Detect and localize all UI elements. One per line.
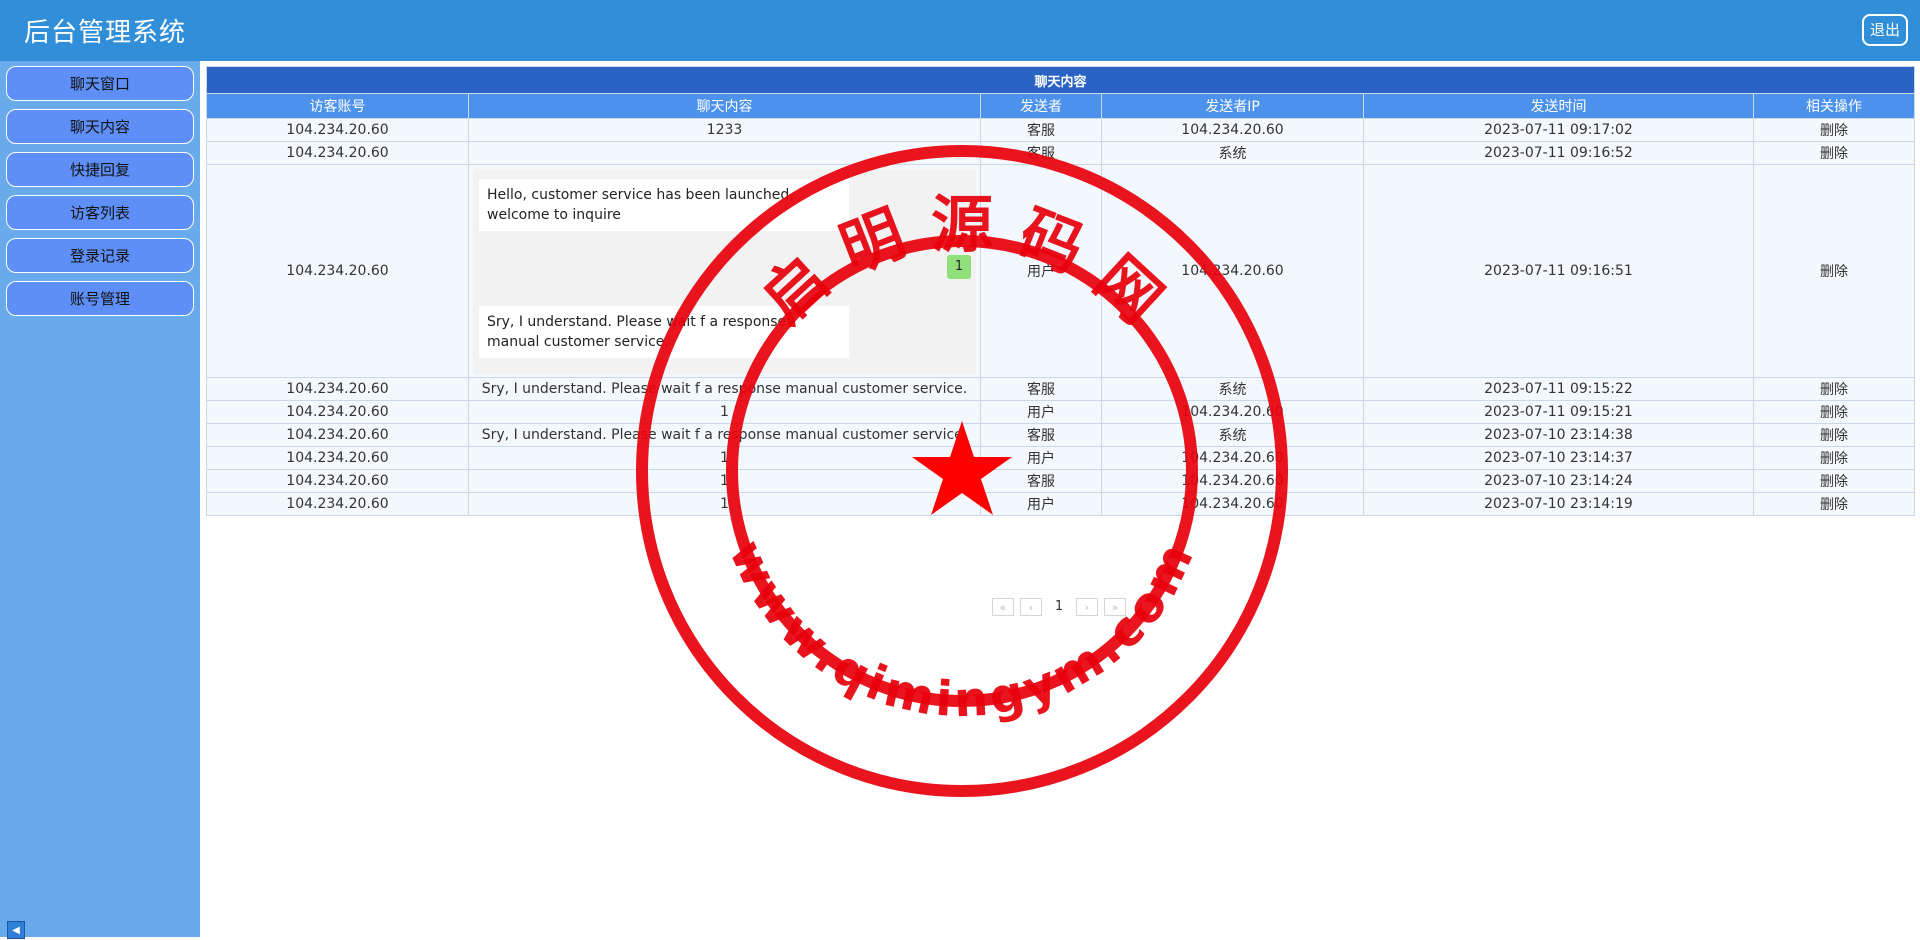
cell-time: 2023-07-10 23:14:38	[1363, 423, 1754, 447]
chat-bubble: Sry, I understand. Please wait f a respo…	[479, 305, 849, 358]
table-row: 104.234.20.60 Sry, I understand. Please …	[206, 377, 1916, 401]
current-page[interactable]: 1	[1048, 598, 1070, 616]
column-header-content: 聊天内容	[468, 93, 981, 119]
cell-account: 104.234.20.60	[206, 118, 469, 142]
main-content: 聊天内容 访客账号 聊天内容 发送者 发送者IP 发送时间 相关操作 104.2…	[205, 66, 1916, 616]
sidebar-item-chat-content[interactable]: 聊天内容	[6, 109, 194, 144]
logout-button[interactable]: 退出	[1862, 14, 1908, 46]
chat-content-table: 聊天内容 访客账号 聊天内容 发送者 发送者IP 发送时间 相关操作 104.2…	[205, 66, 1916, 516]
cell-ip: 104.234.20.60	[1101, 492, 1364, 516]
sidebar-item-quick-reply[interactable]: 快捷回复	[6, 152, 194, 187]
cell-ip: 系统	[1101, 423, 1364, 447]
cell-account: 104.234.20.60	[206, 469, 469, 493]
next-page-button[interactable]: ›	[1076, 598, 1098, 616]
cell-content: 1	[468, 446, 981, 470]
delete-link[interactable]: 删除	[1752, 446, 1916, 470]
cell-ip: 104.234.20.60	[1101, 400, 1364, 424]
app-title: 后台管理系统	[24, 18, 187, 48]
first-page-button[interactable]: «	[992, 598, 1014, 616]
pagination: « ‹ 1 › »	[992, 598, 1126, 616]
chat-bubble: Hello, customer service has been launche…	[479, 178, 849, 231]
delete-link[interactable]: 删除	[1752, 164, 1916, 378]
cell-ip: 系统	[1101, 141, 1364, 165]
cell-time: 2023-07-11 09:15:22	[1363, 377, 1754, 401]
cell-account: 104.234.20.60	[206, 164, 469, 378]
cell-sender: 客服	[980, 377, 1102, 401]
cell-content: 1	[468, 469, 981, 493]
delete-link[interactable]: 删除	[1752, 400, 1916, 424]
top-header: 后台管理系统 退出	[0, 0, 1920, 61]
sidebar-item-visitor-list[interactable]: 访客列表	[6, 195, 194, 230]
table-caption: 聊天内容	[205, 66, 1916, 94]
cell-sender: 客服	[980, 141, 1102, 165]
cell-content: Sry, I understand. Please wait f a respo…	[468, 423, 981, 447]
cell-time: 2023-07-10 23:14:37	[1363, 446, 1754, 470]
cell-ip: 系统	[1101, 377, 1364, 401]
cell-time: 2023-07-10 23:14:24	[1363, 469, 1754, 493]
table-row: 104.234.20.60 Hello, customer service ha…	[206, 164, 1916, 378]
column-header-sender: 发送者	[980, 93, 1102, 119]
cell-content: 1	[468, 492, 981, 516]
column-header-ip: 发送者IP	[1101, 93, 1364, 119]
column-header-time: 发送时间	[1363, 93, 1754, 119]
cell-time: 2023-07-11 09:16:52	[1363, 141, 1754, 165]
svg-text:www.qimingym.com: www.qimingym.com	[718, 532, 1206, 729]
cell-account: 104.234.20.60	[206, 141, 469, 165]
table-row: 104.234.20.60 1 客服 104.234.20.60 2023-07…	[206, 469, 1916, 493]
cell-time: 2023-07-11 09:17:02	[1363, 118, 1754, 142]
delete-link[interactable]: 删除	[1752, 377, 1916, 401]
table-row: 104.234.20.60 客服 系统 2023-07-11 09:16:52 …	[206, 141, 1916, 165]
table-row: 104.234.20.60 1 用户 104.234.20.60 2023-07…	[206, 446, 1916, 470]
cell-content-rich: Hello, customer service has been launche…	[468, 164, 981, 378]
cell-account: 104.234.20.60	[206, 492, 469, 516]
column-header-account: 访客账号	[206, 93, 469, 119]
sidebar-item-login-records[interactable]: 登录记录	[6, 238, 194, 273]
cell-content: Sry, I understand. Please wait f a respo…	[468, 377, 981, 401]
cell-sender: 用户	[980, 164, 1102, 378]
cell-sender: 客服	[980, 423, 1102, 447]
delete-link[interactable]: 删除	[1752, 469, 1916, 493]
cell-time: 2023-07-11 09:15:21	[1363, 400, 1754, 424]
table-row: 104.234.20.60 1 用户 104.234.20.60 2023-07…	[206, 492, 1916, 516]
cell-ip: 104.234.20.60	[1101, 469, 1364, 493]
cell-ip: 104.234.20.60	[1101, 446, 1364, 470]
cell-content: 1233	[468, 118, 981, 142]
chat-preview: Hello, customer service has been launche…	[473, 168, 976, 374]
cell-content	[468, 141, 981, 165]
cell-account: 104.234.20.60	[206, 423, 469, 447]
cell-sender: 用户	[980, 400, 1102, 424]
stamp-bottom-text: www.qimingym.com	[718, 532, 1202, 729]
cell-account: 104.234.20.60	[206, 446, 469, 470]
column-header-action: 相关操作	[1752, 93, 1916, 119]
table-row: 104.234.20.60 1 用户 104.234.20.60 2023-07…	[206, 400, 1916, 424]
unread-badge: 1	[947, 254, 971, 279]
sidebar-collapse-icon[interactable]: ◀	[7, 921, 25, 939]
cell-content: 1	[468, 400, 981, 424]
last-page-button[interactable]: »	[1104, 598, 1126, 616]
delete-link[interactable]: 删除	[1752, 118, 1916, 142]
cell-ip: 104.234.20.60	[1101, 118, 1364, 142]
table-row: 104.234.20.60 1233 客服 104.234.20.60 2023…	[206, 118, 1916, 142]
delete-link[interactable]: 删除	[1752, 141, 1916, 165]
delete-link[interactable]: 删除	[1752, 423, 1916, 447]
cell-ip: 104.234.20.60	[1101, 164, 1364, 378]
cell-sender: 客服	[980, 118, 1102, 142]
cell-sender: 用户	[980, 446, 1102, 470]
cell-sender: 用户	[980, 492, 1102, 516]
sidebar-item-account-manage[interactable]: 账号管理	[6, 281, 194, 316]
cell-time: 2023-07-11 09:16:51	[1363, 164, 1754, 378]
cell-account: 104.234.20.60	[206, 377, 469, 401]
table-row: 104.234.20.60 Sry, I understand. Please …	[206, 423, 1916, 447]
cell-account: 104.234.20.60	[206, 400, 469, 424]
delete-link[interactable]: 删除	[1752, 492, 1916, 516]
cell-sender: 客服	[980, 469, 1102, 493]
cell-time: 2023-07-10 23:14:19	[1363, 492, 1754, 516]
sidebar-item-chat-window[interactable]: 聊天窗口	[6, 66, 194, 101]
prev-page-button[interactable]: ‹	[1020, 598, 1042, 616]
sidebar: 聊天窗口 聊天内容 快捷回复 访客列表 登录记录 账号管理 ◀	[0, 61, 200, 939]
